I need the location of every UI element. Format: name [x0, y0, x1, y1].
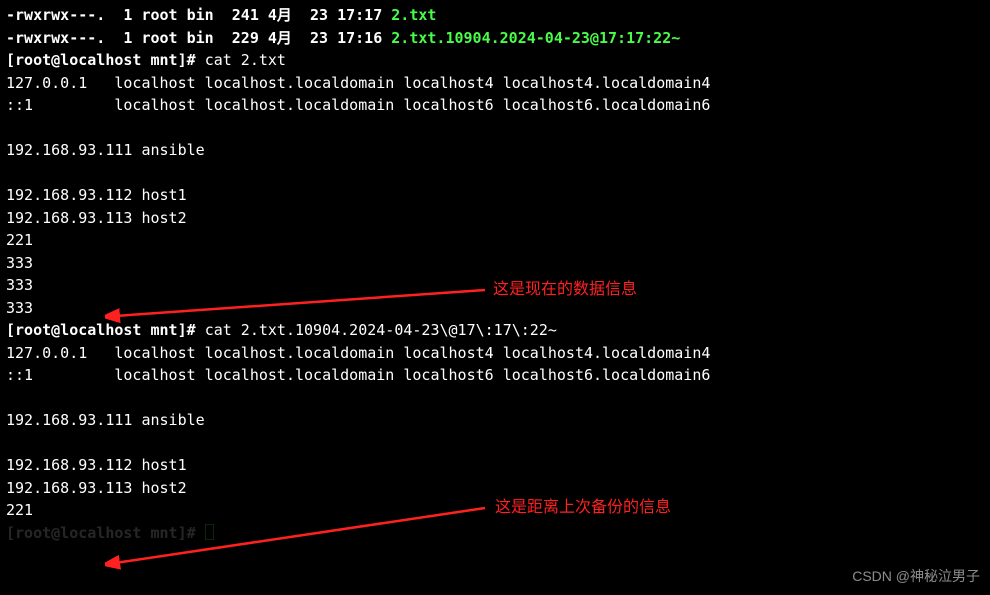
output1-line: 127.0.0.1 localhost localhost.localdomai…	[6, 72, 984, 95]
output1-line: 333	[6, 252, 984, 275]
output1-line: 192.168.93.112 host1	[6, 184, 984, 207]
output2-line: 127.0.0.1 localhost localhost.localdomai…	[6, 342, 984, 365]
command-line-1[interactable]: [root@localhost mnt]# cat 2.txt	[6, 49, 984, 72]
output2-line	[6, 387, 984, 410]
command-line-2[interactable]: [root@localhost mnt]# cat 2.txt.10904.20…	[6, 319, 984, 342]
watermark: CSDN @神秘泣男子	[852, 566, 980, 587]
output2-line: 192.168.93.112 host1	[6, 454, 984, 477]
output2-line: 192.168.93.111 ansible	[6, 409, 984, 432]
output2-line: 221	[6, 499, 984, 522]
output1-line: 221	[6, 229, 984, 252]
command-line-3[interactable]: [root@localhost mnt]#	[6, 522, 984, 545]
cursor-icon	[205, 524, 214, 540]
output2-line	[6, 432, 984, 455]
ls-entry-1: -rwxrwx---. 1 root bin 241 4月 23 17:17 2…	[6, 4, 984, 27]
output1-line	[6, 162, 984, 185]
output2-line: 192.168.93.113 host2	[6, 477, 984, 500]
output1-line: 333	[6, 297, 984, 320]
ls-entry-2: -rwxrwx---. 1 root bin 229 4月 23 17:16 2…	[6, 27, 984, 50]
output1-line	[6, 117, 984, 140]
output1-line: 333	[6, 274, 984, 297]
output1-line: 192.168.93.113 host2	[6, 207, 984, 230]
output1-line: 192.168.93.111 ansible	[6, 139, 984, 162]
output2-line: ::1 localhost localhost.localdomain loca…	[6, 364, 984, 387]
output1-line: ::1 localhost localhost.localdomain loca…	[6, 94, 984, 117]
